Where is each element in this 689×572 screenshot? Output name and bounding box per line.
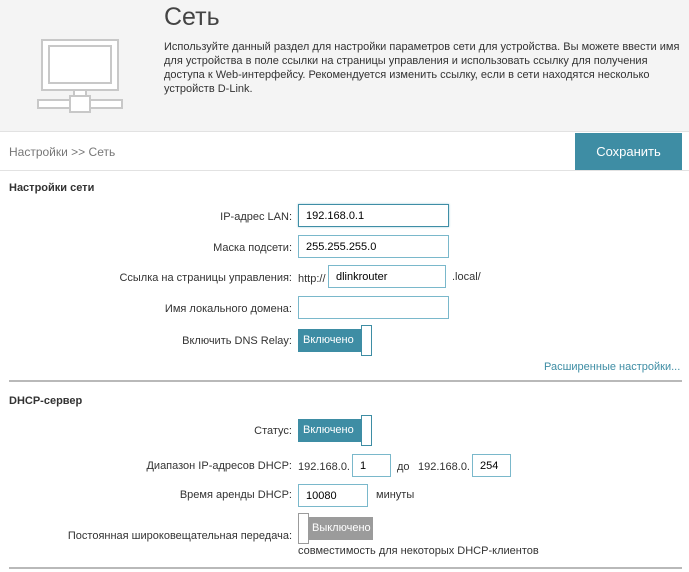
network-computer-icon <box>37 39 123 113</box>
save-button[interactable]: Сохранить <box>575 133 682 170</box>
dhcp-status-toggle[interactable]: Включено <box>298 415 373 446</box>
network-settings-title: Настройки сети <box>9 182 95 194</box>
dhcp-lease-unit: минуты <box>376 489 415 501</box>
toggle-knob <box>298 513 309 544</box>
section-divider <box>9 567 682 569</box>
broadcast-label: Постоянная широковещательная передача: <box>67 530 292 542</box>
mgmt-link-label: Ссылка на страницы управления: <box>119 272 292 284</box>
dhcp-range-to: до <box>397 461 410 473</box>
dns-relay-state: Включено <box>298 329 363 352</box>
dhcp-status-state: Включено <box>298 419 363 442</box>
page-description: Используйте данный раздел для настройки … <box>164 41 680 95</box>
broadcast-state: Выключено <box>308 517 373 540</box>
broadcast-toggle[interactable]: Выключено <box>298 513 373 544</box>
toggle-knob <box>361 325 372 356</box>
breadcrumb: Настройки >> Сеть <box>9 145 116 159</box>
mgmt-link-suffix: .local/ <box>452 271 481 283</box>
page-title: Сеть <box>164 3 220 31</box>
dhcp-range-prefix-start: 192.168.0. <box>298 461 350 473</box>
subnet-mask-input[interactable] <box>298 235 449 258</box>
dhcp-range-label: Диапазон IP-адресов DHCP: <box>146 460 292 472</box>
dhcp-range-end-input[interactable] <box>472 454 511 477</box>
page-header: Сеть Используйте данный раздел для настр… <box>0 0 689 131</box>
mgmt-link-input[interactable] <box>328 265 446 288</box>
advanced-settings-link[interactable]: Расширенные настройки... <box>544 361 680 373</box>
dns-relay-toggle[interactable]: Включено <box>298 325 373 356</box>
broadcast-note: совместимость для некоторых DHCP-клиенто… <box>298 545 539 557</box>
section-divider <box>9 380 682 382</box>
dhcp-server-title: DHCP-сервер <box>9 395 83 407</box>
subnet-mask-label: Маска подсети: <box>213 242 292 254</box>
local-domain-input[interactable] <box>298 296 449 319</box>
lan-ip-input[interactable] <box>298 204 449 227</box>
dhcp-lease-label: Время аренды DHCP: <box>179 489 292 501</box>
lan-ip-label: IP-адрес LAN: <box>220 211 292 223</box>
dhcp-lease-input[interactable] <box>298 484 368 507</box>
dns-relay-label: Включить DNS Relay: <box>182 335 292 347</box>
dhcp-status-label: Статус: <box>254 425 292 437</box>
mgmt-link-prefix: http:// <box>298 273 326 285</box>
toggle-knob <box>361 415 372 446</box>
dhcp-range-prefix-end: 192.168.0. <box>418 461 470 473</box>
local-domain-label: Имя локального домена: <box>164 303 292 315</box>
dhcp-range-start-input[interactable] <box>352 454 391 477</box>
